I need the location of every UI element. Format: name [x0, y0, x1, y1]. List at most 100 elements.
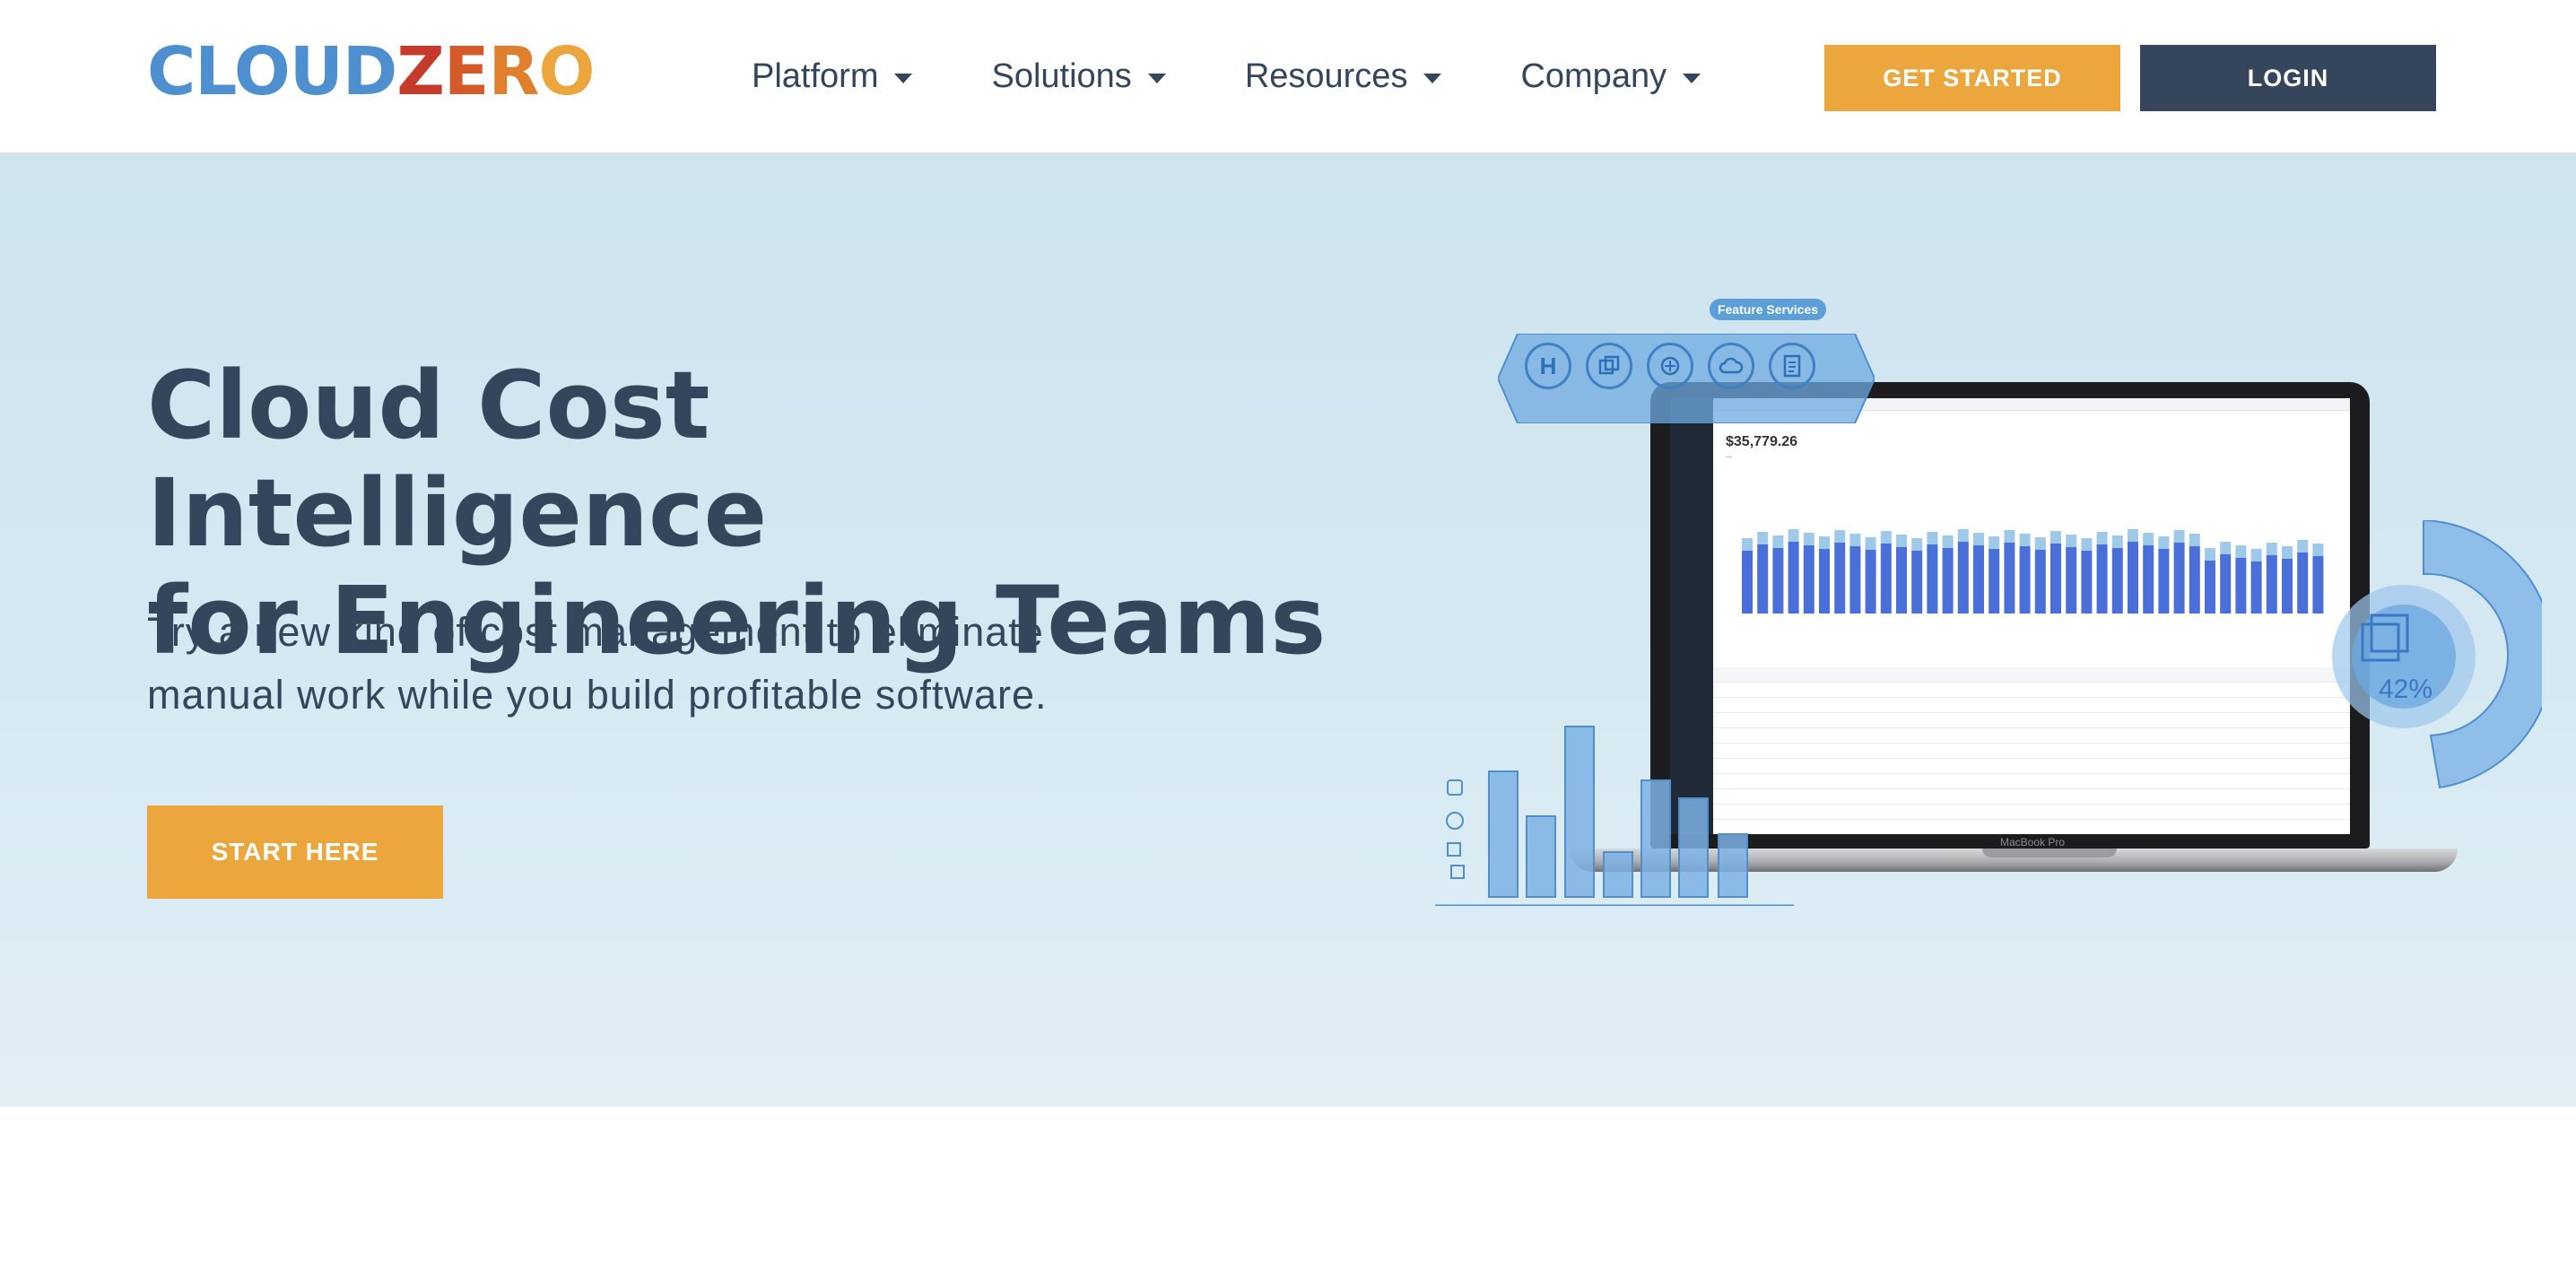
- mini-bar: [2220, 554, 2232, 614]
- document-icon: [1769, 343, 1815, 389]
- mini-bar: [2173, 543, 2185, 614]
- main-nav: Platform Solutions Resources Company: [752, 45, 1780, 108]
- mini-bar: [1788, 542, 1799, 614]
- site-header: CLOUDZERO Platform Solutions Resources C…: [0, 0, 2576, 152]
- mini-bar-cap: [2050, 531, 2061, 544]
- nav-item-solutions[interactable]: Solutions: [991, 57, 1166, 96]
- cloud-icon: [1708, 343, 1754, 389]
- nav-label: Company: [1520, 57, 1667, 95]
- mini-bar: [1911, 551, 1923, 614]
- logo-part: E: [443, 33, 490, 110]
- hero-subtitle: Try a new kind of cost management to eli…: [147, 601, 1331, 727]
- mini-bar: [2019, 546, 2031, 614]
- nav-label: Platform: [752, 57, 879, 95]
- nav-label: Solutions: [991, 57, 1132, 95]
- mini-bar: [1865, 550, 1876, 614]
- mini-bar: [2143, 545, 2154, 614]
- mini-bar-cap: [1788, 529, 1799, 542]
- hero-illustration: $35,779.26 — MacBook Pro Feature Service…: [1426, 287, 2542, 933]
- logo-part: Z: [396, 33, 445, 110]
- mini-bar: [1973, 545, 1984, 614]
- mini-bar: [2235, 558, 2247, 614]
- mini-bar-cap: [1973, 533, 1984, 545]
- mini-bar: [2096, 544, 2108, 614]
- mini-bar: [2004, 543, 2015, 614]
- dashboard-table: [1713, 667, 2350, 834]
- mini-bar: [2066, 547, 2077, 614]
- mini-bar-cap: [1942, 535, 1954, 548]
- mini-bar: [2128, 542, 2138, 614]
- nav-item-resources[interactable]: Resources: [1245, 57, 1442, 96]
- mini-bar-cap: [1989, 536, 2000, 549]
- cloudzero-logo[interactable]: CLOUDZERO: [147, 33, 595, 110]
- mini-bar-cap: [1834, 530, 1846, 543]
- hdd-icon: H: [1525, 343, 1571, 389]
- mini-bar-cap: [2143, 533, 2154, 545]
- logo-part: CLOUD: [147, 33, 397, 110]
- laptop-notch: [1982, 849, 2117, 857]
- mini-bar-cap: [1896, 535, 1907, 547]
- mini-bar: [1849, 546, 1861, 614]
- mini-bar: [1834, 543, 1846, 614]
- mini-bar-cap: [2019, 534, 2031, 546]
- laptop-label: MacBook Pro: [2000, 836, 2066, 849]
- mini-bar-cap: [1742, 538, 1753, 551]
- mini-bar-cap: [1772, 535, 1784, 548]
- copy-icon: [1586, 343, 1632, 389]
- mini-bar: [2205, 561, 2215, 614]
- mini-bar: [2158, 549, 2170, 614]
- dashboard-bar-chart: [1742, 529, 2324, 614]
- dashboard-amount: $35,779.26: [1726, 434, 1798, 449]
- mini-bar: [2189, 546, 2200, 614]
- mini-bar: [1942, 548, 1954, 614]
- mini-bar: [1772, 548, 1784, 614]
- mini-bar-cap: [2235, 545, 2247, 558]
- mini-bar: [1896, 547, 1907, 614]
- mini-bar-cap: [2266, 543, 2277, 555]
- gauge-percent: 42%: [2379, 674, 2433, 704]
- mini-bar: [1957, 542, 1969, 614]
- mini-bar-cap: [2128, 529, 2138, 542]
- hero-title-line: Cloud Cost Intelligence: [147, 351, 768, 568]
- stacked-blocks-graphic: [1435, 726, 1794, 906]
- mini-bar: [2034, 550, 2046, 614]
- mini-bar: [1803, 545, 1815, 614]
- mini-bar-cap: [2096, 532, 2108, 544]
- mini-bar-cap: [2205, 548, 2215, 561]
- chevron-down-icon: [1423, 73, 1442, 83]
- mini-bar-cap: [2282, 546, 2293, 559]
- mini-bar: [2266, 555, 2277, 614]
- mini-bar-cap: [1819, 536, 1830, 549]
- mini-bar: [2081, 551, 2093, 614]
- nav-item-platform[interactable]: Platform: [752, 57, 913, 96]
- mini-bar: [2282, 559, 2293, 614]
- login-button[interactable]: LOGIN: [2140, 45, 2436, 111]
- hero-subtitle-line: Try a new kind of cost management to eli…: [147, 609, 1044, 655]
- mini-bar-cap: [2081, 538, 2093, 551]
- mini-bar-cap: [2004, 530, 2015, 543]
- nav-item-company[interactable]: Company: [1520, 57, 1701, 96]
- utilization-gauge: [2332, 520, 2542, 789]
- mini-bar-cap: [2158, 536, 2170, 549]
- mini-bar: [2111, 548, 2123, 614]
- start-here-button[interactable]: START HERE: [147, 805, 443, 899]
- mini-bar-cap: [2066, 535, 2077, 547]
- mini-bar-cap: [1927, 532, 1938, 544]
- mini-bar: [2250, 561, 2262, 614]
- mini-bar-cap: [2220, 542, 2232, 554]
- mini-bar: [1927, 544, 1938, 614]
- mini-bar: [1757, 544, 1769, 614]
- dashboard-delta: —: [1726, 454, 1732, 460]
- hero-section: Cloud Cost Intelligence for Engineering …: [0, 152, 2576, 1107]
- mini-bar-cap: [1957, 529, 1969, 542]
- mini-bar-cap: [1865, 537, 1876, 550]
- mini-bar-cap: [1911, 538, 1923, 551]
- logo-part: O: [538, 33, 595, 110]
- mini-bar: [2050, 544, 2061, 614]
- mini-bar-cap: [2173, 530, 2185, 543]
- get-started-button[interactable]: GET STARTED: [1824, 45, 2120, 111]
- chevron-down-icon: [1147, 73, 1166, 83]
- mini-bar: [1989, 549, 2000, 614]
- logo-part: R: [488, 33, 539, 110]
- chevron-down-icon: [1683, 73, 1701, 83]
